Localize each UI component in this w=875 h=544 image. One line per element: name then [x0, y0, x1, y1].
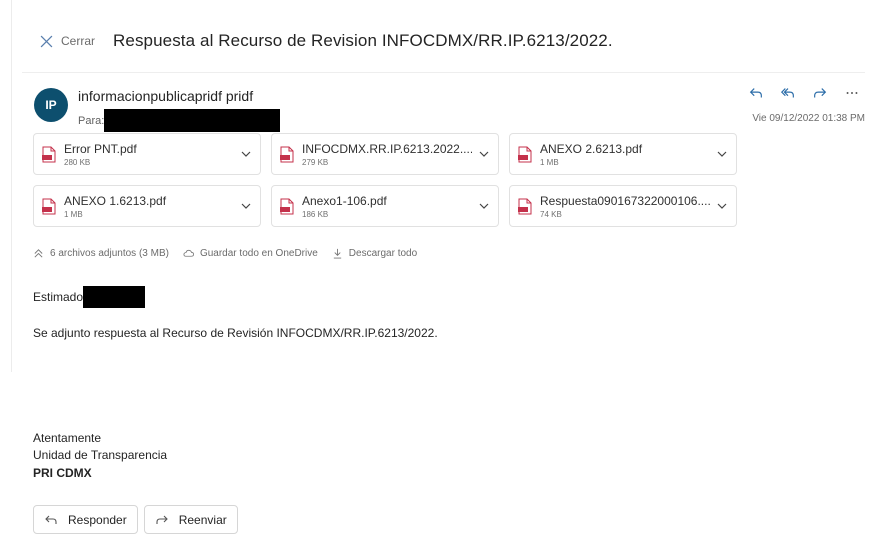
signature-department: Unidad de Transparencia: [33, 448, 168, 462]
reading-header: Cerrar Respuesta al Recurso de Revision …: [40, 28, 613, 54]
pdf-file-icon: [42, 198, 56, 214]
more-actions-button[interactable]: [843, 84, 861, 102]
chevron-down-icon[interactable]: [478, 148, 490, 160]
attachment-size: 1 MB: [64, 209, 83, 219]
chevron-down-icon[interactable]: [240, 148, 252, 160]
forward-button[interactable]: Reenviar: [143, 505, 238, 534]
attachment-actions-bar: 6 archivos adjuntos (3 MB) Guardar todo …: [33, 248, 431, 259]
attachment-card[interactable]: Error PNT.pdf 280 KB: [33, 133, 261, 175]
more-icon: [846, 92, 858, 94]
attachment-name: Anexo1-106.pdf: [302, 193, 387, 208]
message-text: Se adjunto respuesta al Recurso de Revis…: [33, 326, 438, 340]
reply-button-label: Responder: [68, 512, 127, 527]
save-onedrive-button[interactable]: Guardar todo en OneDrive: [183, 248, 318, 259]
recipients-row: Para:: [78, 109, 281, 132]
redacted-recipient: [104, 109, 281, 132]
attachment-card[interactable]: Anexo1-106.pdf 186 KB: [271, 185, 499, 227]
sent-datetime: Vie 09/12/2022 01:38 PM: [752, 113, 865, 124]
reply-button[interactable]: Responder: [33, 505, 138, 534]
forward-button-label: Reenviar: [178, 512, 227, 527]
attachment-size: 74 KB: [540, 209, 562, 219]
attachment-name: ANEXO 1.6213.pdf: [64, 193, 167, 208]
signature-closing: Atentamente: [33, 431, 102, 445]
download-all-button[interactable]: Descargar todo: [332, 248, 417, 259]
pdf-file-icon: [42, 146, 56, 162]
save-onedrive-label: Guardar todo en OneDrive: [199, 248, 318, 259]
chevron-down-icon[interactable]: [716, 148, 728, 160]
cloud-icon: [183, 249, 194, 257]
attachment-card[interactable]: ANEXO 2.6213.pdf 1 MB: [509, 133, 737, 175]
attachment-size: 279 KB: [302, 157, 329, 167]
sender-avatar[interactable]: IP: [34, 88, 68, 122]
message-actions: [747, 84, 861, 102]
download-icon: [333, 248, 341, 259]
pdf-file-icon: [280, 146, 294, 162]
greeting-line: Estimado: [33, 286, 146, 308]
pdf-file-icon: [280, 198, 294, 214]
pdf-file-icon: [518, 146, 532, 162]
reply-icon: [45, 515, 57, 524]
sender-name[interactable]: informacionpublicapridf pridf: [78, 88, 253, 104]
attachment-name: Error PNT.pdf: [64, 141, 137, 156]
redacted-name: [83, 286, 146, 308]
attachment-card[interactable]: ANEXO 1.6213.pdf 1 MB: [33, 185, 261, 227]
attachments-grid: Error PNT.pdf 280 KB INFOCDMX.RR.IP.6213…: [33, 133, 739, 227]
reply-buttons: Responder Reenviar: [33, 505, 238, 534]
chevron-double-up-icon: [34, 249, 43, 258]
collapse-attachments-button[interactable]: 6 archivos adjuntos (3 MB): [33, 248, 169, 259]
reply-action[interactable]: [747, 84, 765, 102]
download-all-label: Descargar todo: [348, 248, 418, 259]
signature-organization: PRI CDMX: [33, 466, 92, 480]
attachment-card[interactable]: Respuesta090167322000106.... 74 KB: [509, 185, 737, 227]
greeting-text: Estimado: [33, 290, 84, 304]
close-button[interactable]: Cerrar: [40, 34, 95, 48]
reply-all-action[interactable]: [779, 84, 797, 102]
pdf-file-icon: [518, 198, 532, 214]
attachment-card[interactable]: INFOCDMX.RR.IP.6213.2022.... 279 KB: [271, 133, 499, 175]
to-label: Para:: [78, 114, 105, 127]
close-icon: [40, 35, 53, 47]
reply-icon: [749, 88, 762, 98]
forward-action[interactable]: [811, 84, 829, 102]
email-subject: Respuesta al Recurso de Revision INFOCDM…: [113, 31, 613, 50]
header-divider: [22, 72, 865, 73]
chevron-down-icon[interactable]: [716, 200, 728, 212]
attachment-size: 280 KB: [64, 157, 91, 167]
attachment-name: ANEXO 2.6213.pdf: [540, 141, 643, 156]
reply-all-icon: [780, 88, 794, 98]
forward-icon: [156, 515, 168, 524]
forward-icon: [814, 88, 827, 98]
attachments-summary: 6 archivos adjuntos (3 MB): [50, 248, 169, 259]
attachment-size: 1 MB: [540, 157, 559, 167]
attachment-name: Respuesta090167322000106....: [540, 193, 710, 208]
attachment-name: INFOCDMX.RR.IP.6213.2022....: [302, 141, 472, 156]
close-label: Cerrar: [61, 34, 96, 48]
chevron-down-icon[interactable]: [478, 200, 490, 212]
chevron-down-icon[interactable]: [240, 200, 252, 212]
left-border: [11, 0, 12, 372]
attachment-size: 186 KB: [302, 209, 329, 219]
